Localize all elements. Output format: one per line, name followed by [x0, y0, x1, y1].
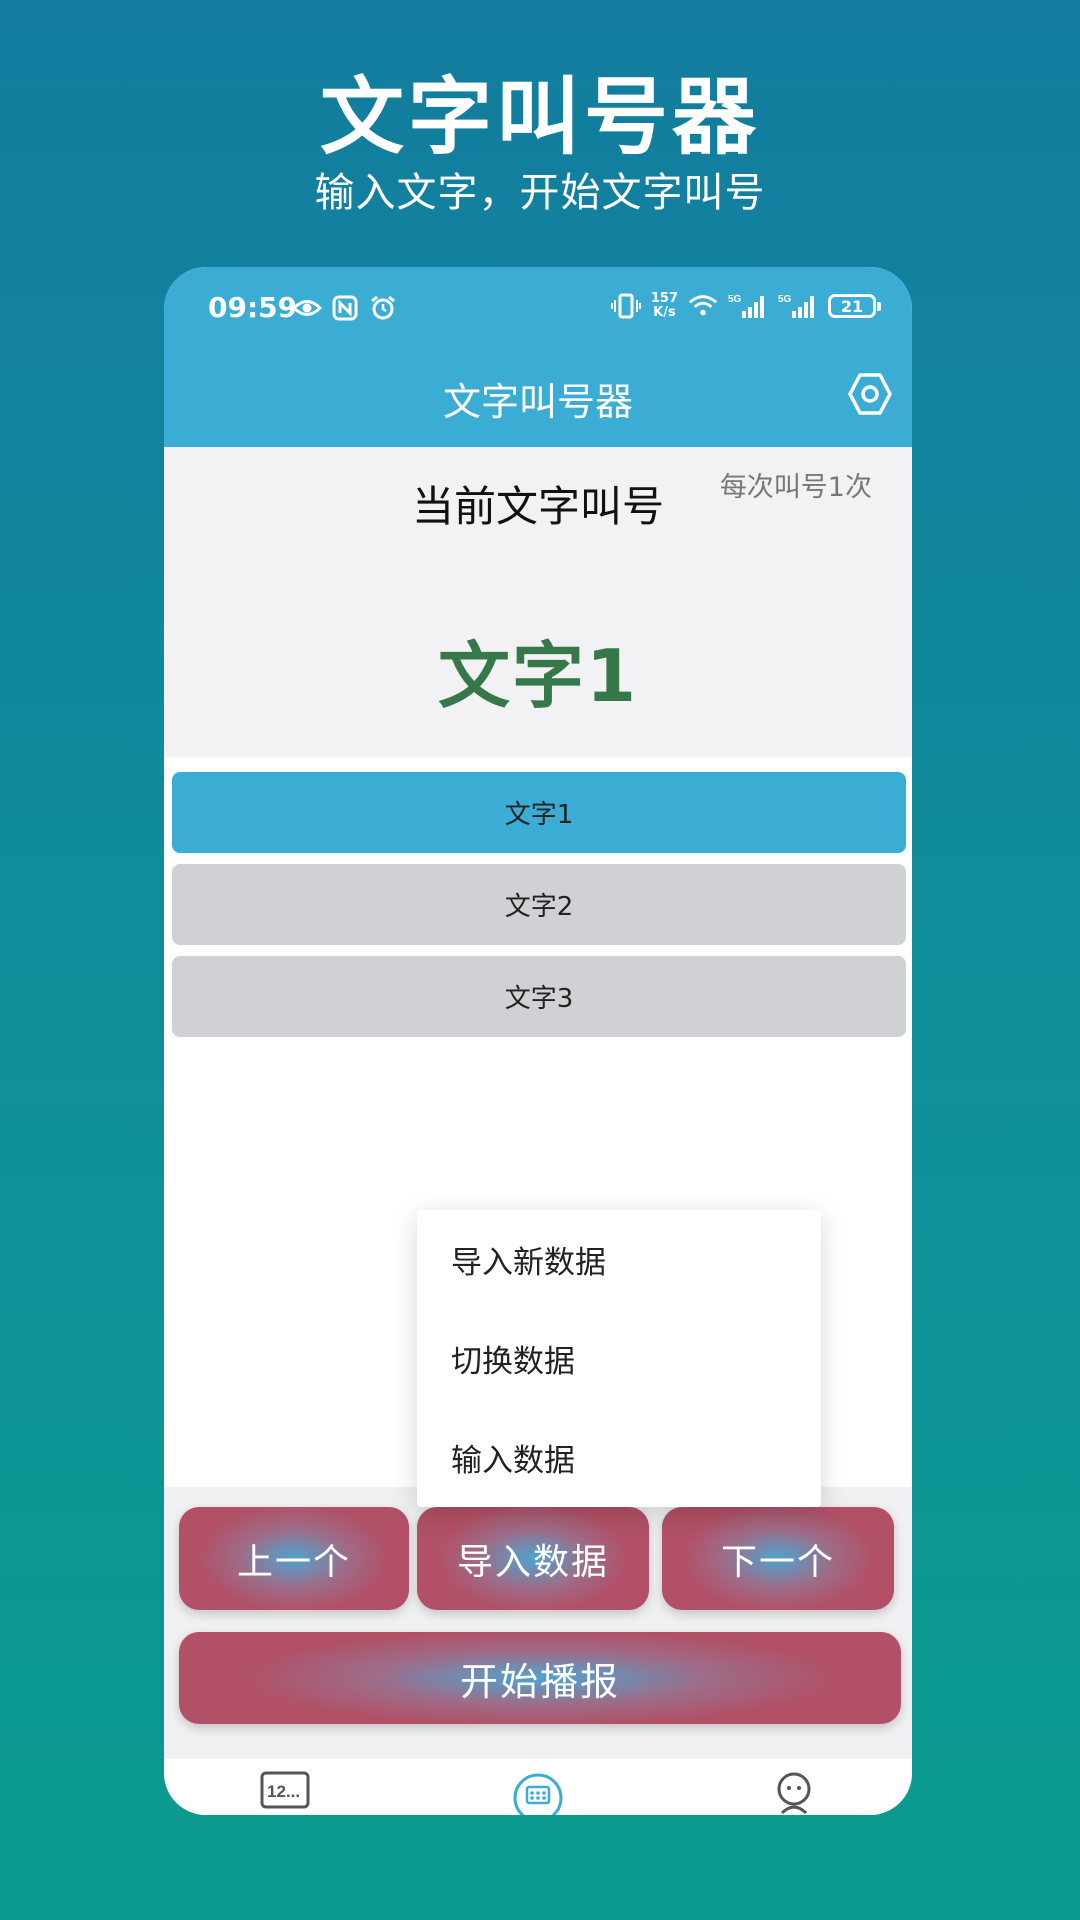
bottom-nav: 12... [164, 1759, 912, 1815]
net-speed-value: 157 [650, 291, 678, 306]
menu-item-import-new[interactable]: 导入新数据 [417, 1210, 821, 1309]
keypad-icon [513, 1773, 563, 1815]
nav-numbers[interactable]: 12... [260, 1771, 310, 1815]
signal-icon-2: 5G [778, 291, 818, 321]
settings-button[interactable] [846, 370, 894, 418]
settings-icon [848, 373, 892, 415]
list-item[interactable]: 文字2 [172, 864, 906, 945]
status-left-icons [292, 293, 398, 323]
app-title: 文字叫号器 [442, 380, 633, 424]
network-2-label: 5G [778, 294, 792, 305]
svg-text:12...: 12... [267, 1782, 300, 1801]
app-header: 09:59 157 K/s 5G 5G 21 文字叫号器 [164, 267, 912, 447]
import-data-button[interactable]: 导入数据 [417, 1507, 649, 1610]
net-speed: 157 K/s [651, 292, 678, 320]
nav-profile[interactable] [772, 1771, 816, 1815]
nfc-icon [330, 293, 360, 323]
prev-button[interactable]: 上一个 [179, 1507, 409, 1610]
network-1-label: 5G [728, 294, 742, 305]
eye-icon [292, 293, 322, 323]
battery-indicator: 21 [828, 294, 881, 318]
numbers-icon: 12... [260, 1771, 310, 1809]
phone-screen: 09:59 157 K/s 5G 5G 21 文字叫号器 当前文字叫号 每次叫号… [164, 267, 912, 1815]
promo-title: 文字叫号器 [319, 68, 760, 166]
profile-icon [777, 1772, 811, 1815]
import-menu: 导入新数据 切换数据 输入数据 [417, 1210, 821, 1507]
status-right-icons: 157 K/s 5G 5G 21 [610, 291, 881, 321]
status-time: 09:59 [208, 291, 298, 324]
signal-icon: 5G [728, 291, 768, 321]
menu-item-switch-data[interactable]: 切换数据 [417, 1309, 821, 1408]
nav-keypad[interactable] [511, 1771, 565, 1815]
net-speed-unit: K/s [653, 305, 676, 320]
start-broadcast-button[interactable]: 开始播报 [179, 1632, 901, 1724]
menu-item-input-data[interactable]: 输入数据 [417, 1408, 821, 1507]
promo-subtitle: 输入文字，开始文字叫号 [314, 170, 766, 216]
alarm-icon [368, 293, 398, 323]
text-list: 文字1 文字2 文字3 [172, 772, 906, 1048]
list-item[interactable]: 文字1 [172, 772, 906, 853]
repeat-setting[interactable]: 每次叫号1次 [720, 465, 872, 504]
next-button[interactable]: 下一个 [662, 1507, 894, 1610]
vibrate-icon [610, 291, 641, 321]
current-call-panel: 当前文字叫号 每次叫号1次 文字1 [164, 447, 912, 757]
list-item[interactable]: 文字3 [172, 956, 906, 1037]
current-call-value: 文字1 [437, 634, 639, 718]
wifi-icon [688, 291, 718, 321]
